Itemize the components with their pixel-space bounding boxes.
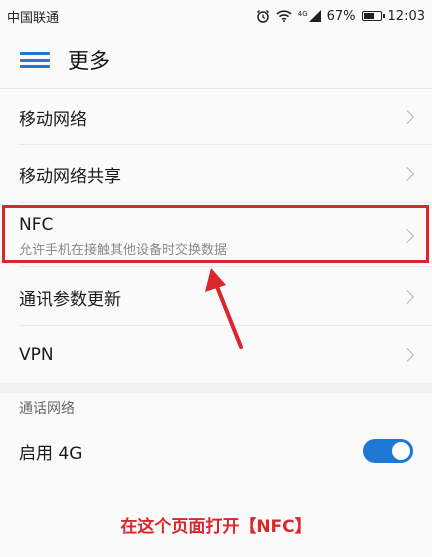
- setting-carrier-config-update[interactable]: 通讯参数更新: [0, 268, 432, 326]
- setting-label: VPN: [19, 344, 54, 365]
- alarm-icon: [256, 9, 270, 23]
- carrier-name: 中国联通: [7, 10, 60, 26]
- status-bar: 中国联通 4G 67% 12:03: [0, 0, 432, 32]
- status-icons: 4G 67% 12:03: [256, 9, 425, 24]
- section-header-call-network: 通话网络: [19, 401, 75, 417]
- page-title: 更多: [68, 49, 110, 73]
- battery-level-fill: [363, 13, 374, 19]
- setting-tethering[interactable]: 移动网络共享: [0, 145, 432, 203]
- toggle-knob: [392, 442, 410, 460]
- setting-label: NFC: [19, 214, 54, 235]
- network-type-label: 4G: [297, 10, 308, 18]
- hamburger-menu-icon[interactable]: [20, 49, 50, 71]
- clock: 12:03: [387, 8, 425, 24]
- app-header: 更多: [0, 32, 432, 88]
- instruction-caption: 在这个页面打开【NFC】: [120, 517, 312, 537]
- setting-description: 允许手机在接触其他设备时交换数据: [19, 242, 228, 258]
- setting-label: 移动网络: [19, 109, 87, 130]
- setting-vpn[interactable]: VPN: [0, 326, 432, 383]
- setting-mobile-network[interactable]: 移动网络: [0, 89, 432, 145]
- enable-4g-toggle[interactable]: [363, 439, 413, 463]
- section-spacer: [0, 383, 432, 393]
- setting-nfc[interactable]: NFC 允许手机在接触其他设备时交换数据: [0, 205, 432, 267]
- cellular-signal-icon: 4G: [298, 10, 321, 22]
- row-divider: [19, 202, 432, 203]
- battery-icon: [361, 11, 385, 21]
- setting-label: 通讯参数更新: [19, 289, 121, 310]
- setting-label: 移动网络共享: [19, 166, 121, 187]
- battery-percent: 67%: [326, 8, 356, 24]
- row-divider: [19, 266, 432, 267]
- wifi-icon: [276, 10, 292, 22]
